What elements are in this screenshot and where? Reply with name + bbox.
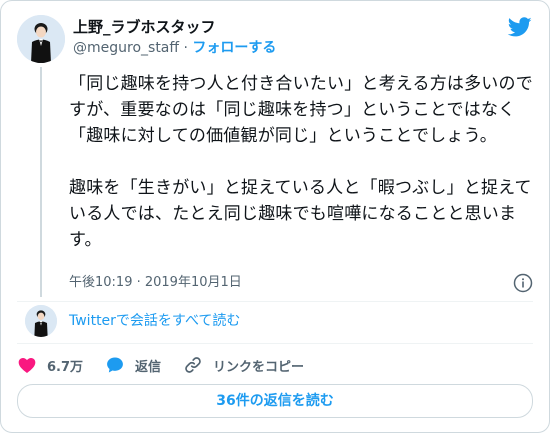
tweet-timestamp[interactable]: 午後10:19 · 2019年10月1日 <box>69 274 242 292</box>
divider <box>17 343 533 344</box>
avatar-small[interactable] <box>25 305 57 337</box>
divider <box>17 301 533 302</box>
handle-row: @meguro_staff · フォローする <box>73 39 276 57</box>
like-button[interactable]: 6.7万 <box>17 355 83 375</box>
action-bar: 6.7万 返信 リンクをコピー <box>17 353 326 377</box>
twitter-bird-icon[interactable] <box>507 15 533 39</box>
handle-separator: · <box>179 40 193 56</box>
like-count: 6.7万 <box>47 359 84 375</box>
speech-bubble-icon <box>107 357 123 373</box>
read-replies-button[interactable]: 36件の返信を読む <box>17 384 533 418</box>
tweet-text: 「同じ趣味を持つ人と付き合いたい」と考える方は多いのですが、重要なのは「同じ趣味… <box>69 74 533 250</box>
reply-label: 返信 <box>135 359 162 375</box>
follow-link[interactable]: フォローする <box>192 40 276 56</box>
heart-icon <box>18 358 36 373</box>
tweet-card: 上野_ラブホスタッフ @meguro_staff · フォローする 「同じ趣味を… <box>0 0 550 433</box>
info-icon[interactable] <box>513 273 533 293</box>
read-conversation-link[interactable]: Twitterで会話をすべて読む <box>69 312 240 330</box>
display-name[interactable]: 上野_ラブホスタッフ <box>73 17 216 37</box>
thread-line <box>40 67 42 297</box>
user-handle[interactable]: @meguro_staff <box>73 40 179 56</box>
copy-link-label: リンクをコピー <box>213 359 305 375</box>
link-icon <box>185 357 201 373</box>
reply-button[interactable]: 返信 <box>105 355 161 375</box>
copy-link-button[interactable]: リンクをコピー <box>183 355 304 375</box>
avatar[interactable] <box>17 15 65 63</box>
